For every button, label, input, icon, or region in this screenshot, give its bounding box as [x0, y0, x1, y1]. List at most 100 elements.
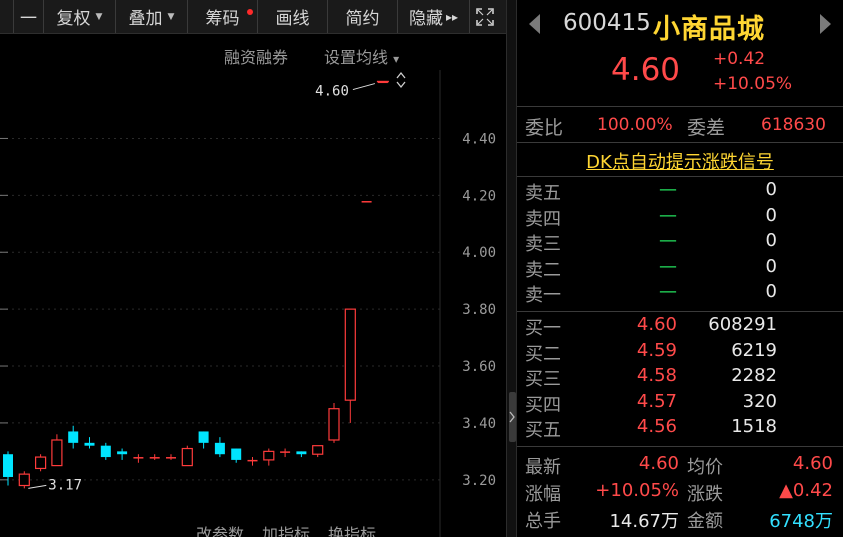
- level-label: 买一: [525, 318, 561, 339]
- chevron-down-icon: ▼: [167, 11, 175, 22]
- toolbar-item-label: 简约: [345, 9, 380, 29]
- candle-body: [18, 473, 30, 487]
- ma-settings-link[interactable]: 设置均线 ▾: [324, 44, 399, 68]
- candle-body: [100, 445, 111, 458]
- add-indicator-link[interactable]: 加指标: [262, 521, 310, 537]
- margin-trading-link[interactable]: 融资融券: [224, 44, 288, 68]
- level-price: —: [659, 230, 677, 251]
- ask-row[interactable]: 卖三 — 0: [517, 230, 843, 255]
- previous-stock-icon[interactable]: [529, 14, 540, 34]
- candle-body: [84, 442, 95, 446]
- candle-body: [214, 442, 225, 455]
- toolbar-item-fuquan[interactable]: 复权 ▼: [44, 0, 116, 33]
- level-label: 卖四: [525, 208, 561, 230]
- chevron-down-icon: ▼: [95, 11, 103, 22]
- candle-body: [280, 451, 291, 453]
- level-volume: 6219: [731, 339, 777, 361]
- bid-row[interactable]: 买四 4.57 320: [517, 391, 843, 416]
- level-label: 卖一: [525, 285, 561, 306]
- edit-params-link[interactable]: 改参数: [196, 521, 244, 537]
- toolbar-item-draw[interactable]: 画线: [258, 0, 328, 33]
- level-label: 卖二: [525, 259, 561, 281]
- candle-body: [51, 439, 63, 467]
- kline-chart-pane: 一 复权 ▼ 叠加 ▼ 筹码 画线 简约 隐藏 ▸▸ 融资融券 设置均线 ▾ 4.40…: [0, 0, 508, 537]
- dk-signal-row: DK点自动提示涨跌信号: [517, 144, 843, 174]
- candle-body: [149, 457, 160, 459]
- toolbar-item-overlay[interactable]: 叠加 ▼: [116, 0, 188, 33]
- level-label: 卖三: [525, 234, 561, 255]
- ask-row[interactable]: 卖一 — 0: [517, 281, 843, 306]
- divider: [517, 176, 843, 177]
- dk-signal-link[interactable]: DK点自动提示涨跌信号: [586, 148, 774, 174]
- divider: [517, 446, 843, 447]
- level-label: 买五: [525, 420, 561, 441]
- indicator-bar: 改参数 加指标 换指标: [196, 521, 376, 537]
- level-price: 4.59: [636, 339, 677, 361]
- stat-label: 均价: [687, 457, 723, 478]
- change-indicator-link[interactable]: 换指标: [328, 521, 376, 537]
- candle-body: [361, 201, 372, 203]
- toolbar-edge: [0, 0, 14, 33]
- stock-code: 600415: [563, 10, 651, 36]
- bid-row[interactable]: 买二 4.59 6219: [517, 340, 843, 365]
- weibi-label: 委比: [525, 117, 564, 139]
- bid-row[interactable]: 买三 4.58 2282: [517, 365, 843, 390]
- stat-value: 6748万: [769, 511, 833, 532]
- ask-row[interactable]: 卖二 — 0: [517, 256, 843, 281]
- toolbar-item-chips[interactable]: 筹码: [188, 0, 258, 33]
- candle-body: [198, 431, 209, 443]
- low-label: 3.17: [48, 477, 82, 493]
- high-label: 4.60: [315, 84, 349, 100]
- chart-subheader: 融资融券 设置均线 ▾: [0, 42, 508, 68]
- ask-row[interactable]: 卖五 — 0: [517, 179, 843, 204]
- candle-body: [312, 445, 324, 455]
- level-price: —: [659, 179, 677, 200]
- level-volume: 0: [765, 230, 777, 251]
- level-volume: 608291: [708, 314, 777, 335]
- chevron-down-icon: ▾: [393, 52, 400, 66]
- y-tick-label: 3.20: [462, 473, 496, 489]
- stat-value: 14.67万: [609, 511, 679, 532]
- candle-body: [68, 431, 79, 443]
- order-ratio-row: 委比 100.00% 委差 618630: [517, 108, 843, 142]
- level-price: —: [659, 204, 677, 226]
- toolbar-item-simple[interactable]: 简约: [328, 0, 398, 33]
- panel-splitter[interactable]: [506, 0, 517, 537]
- candlestick-plot[interactable]: 4.40 4.20 4.00 3.80 3.60 3.40 3.20 4.60 3.17: [0, 70, 506, 537]
- bid-row[interactable]: 买一 4.60 608291: [517, 314, 843, 339]
- y-tick-label: 3.60: [462, 359, 496, 375]
- toolbar-item-label: 复权: [56, 9, 91, 29]
- candle-body: [34, 456, 47, 470]
- weicha-value: 618630: [761, 115, 826, 135]
- weicha-label: 委差: [687, 117, 726, 139]
- y-tick-label: 3.40: [462, 416, 496, 432]
- collapse-handle[interactable]: [509, 392, 516, 442]
- toolbar-item-label: 一: [20, 9, 37, 29]
- change-percent: +10.05%: [713, 74, 793, 94]
- ask-row[interactable]: 卖四 — 0: [517, 205, 843, 230]
- stat-label: 最新: [525, 457, 561, 478]
- toolbar-item-hide[interactable]: 隐藏 ▸▸: [398, 0, 470, 33]
- level-label: 买二: [525, 343, 561, 365]
- scroll-arrow-icon: [396, 71, 406, 89]
- toolbar-item-label: 隐藏: [408, 9, 443, 29]
- divider: [517, 311, 843, 312]
- y-tick-label: 4.20: [462, 188, 496, 204]
- level-price: 4.58: [636, 365, 677, 386]
- y-tick-label: 3.80: [462, 302, 496, 318]
- last-price: 4.60: [611, 52, 681, 88]
- next-stock-icon[interactable]: [820, 14, 831, 34]
- toolbar-item-label: 叠加: [128, 9, 163, 29]
- toolbar-item-minus[interactable]: 一: [14, 0, 44, 33]
- bid-row[interactable]: 买五 4.56 1518: [517, 416, 843, 441]
- level-label: 买四: [525, 394, 561, 416]
- chevron-right-icon: [509, 411, 515, 423]
- level-volume: 0: [765, 179, 777, 200]
- level-price: —: [659, 255, 677, 277]
- stock-name: 小商品城: [653, 14, 765, 45]
- fullscreen-icon[interactable]: [470, 0, 500, 34]
- chart-toolbar: 一 复权 ▼ 叠加 ▼ 筹码 画线 简约 隐藏 ▸▸: [0, 0, 508, 34]
- change-amount: +0.42: [713, 49, 766, 69]
- level-volume: 0: [765, 255, 777, 277]
- quote-header: 600415 小商品城 4.60 +0.42 +10.05%: [517, 0, 843, 104]
